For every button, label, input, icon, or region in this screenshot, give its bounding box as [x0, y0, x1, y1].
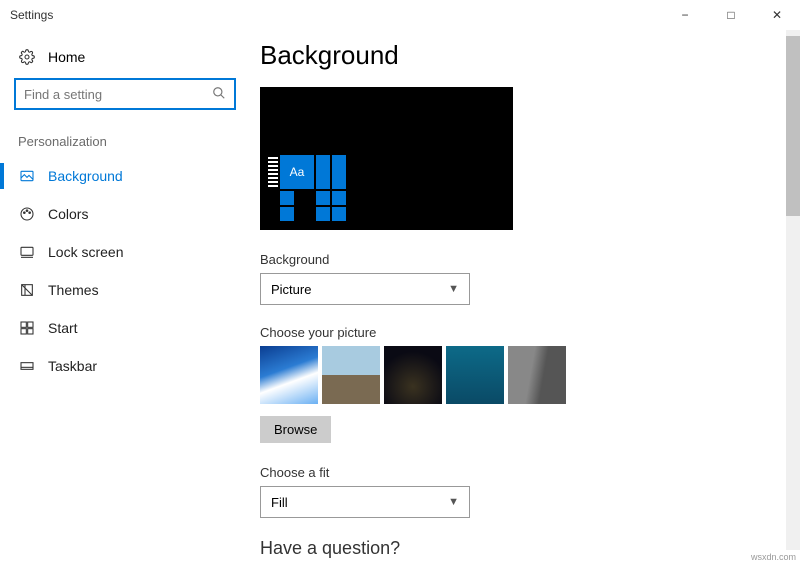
window-title: Settings: [10, 8, 662, 22]
sidebar-item-label: Start: [48, 320, 78, 336]
sidebar-item-colors[interactable]: Colors: [14, 195, 236, 233]
preview-start-menu: Aa: [268, 155, 346, 223]
sidebar-item-label: Colors: [48, 206, 88, 222]
titlebar: Settings − □ ✕: [0, 0, 800, 30]
lock-screen-icon: [18, 243, 36, 261]
themes-icon: [18, 281, 36, 299]
page-title: Background: [260, 40, 770, 71]
gear-icon: [18, 48, 36, 66]
preview-tiles: Aa: [280, 155, 346, 223]
sidebar-item-themes[interactable]: Themes: [14, 271, 236, 309]
vertical-scrollbar[interactable]: [786, 30, 800, 550]
question-heading: Have a question?: [260, 538, 770, 559]
chevron-down-icon: ▼: [448, 283, 459, 295]
sidebar-item-label: Background: [48, 168, 123, 184]
picture-thumb-5[interactable]: [508, 346, 566, 404]
search-icon: [212, 86, 226, 103]
sidebar-item-start[interactable]: Start: [14, 309, 236, 347]
preview-list: [268, 155, 278, 223]
sidebar-item-lock-screen[interactable]: Lock screen: [14, 233, 236, 271]
search-placeholder: Find a setting: [24, 87, 212, 102]
picture-icon: [18, 167, 36, 185]
minimize-button[interactable]: −: [662, 0, 708, 30]
palette-icon: [18, 205, 36, 223]
sidebar-item-label: Lock screen: [48, 244, 123, 260]
window-controls: − □ ✕: [662, 0, 800, 30]
main-panel: Background Aa Background Picture ▼ Choos…: [250, 30, 800, 564]
fit-select[interactable]: Fill ▼: [260, 486, 470, 518]
home-button[interactable]: Home: [14, 40, 236, 78]
picture-thumb-4[interactable]: [446, 346, 504, 404]
maximize-button[interactable]: □: [708, 0, 754, 30]
preview-taskbar: [260, 224, 513, 230]
picture-thumbnails: [260, 346, 770, 404]
fit-value: Fill: [271, 495, 288, 510]
picture-thumb-1[interactable]: [260, 346, 318, 404]
home-label: Home: [48, 49, 85, 65]
search-input[interactable]: Find a setting: [14, 78, 236, 110]
start-icon: [18, 319, 36, 337]
taskbar-icon: [18, 357, 36, 375]
fit-label: Choose a fit: [260, 465, 770, 480]
picture-thumb-2[interactable]: [322, 346, 380, 404]
desktop-preview: Aa: [260, 87, 513, 230]
watermark: wsxdn.com: [751, 552, 796, 562]
choose-picture-label: Choose your picture: [260, 325, 770, 340]
browse-button[interactable]: Browse: [260, 416, 331, 443]
sidebar-item-label: Taskbar: [48, 358, 97, 374]
sidebar: Home Find a setting Personalization Back…: [0, 30, 250, 564]
close-button[interactable]: ✕: [754, 0, 800, 30]
background-type-select[interactable]: Picture ▼: [260, 273, 470, 305]
scrollbar-thumb[interactable]: [786, 36, 800, 216]
chevron-down-icon: ▼: [448, 496, 459, 508]
picture-thumb-3[interactable]: [384, 346, 442, 404]
background-type-value: Picture: [271, 282, 311, 297]
preview-tile-aa: Aa: [280, 155, 314, 189]
sidebar-item-label: Themes: [48, 282, 99, 298]
sidebar-item-background[interactable]: Background: [14, 157, 236, 195]
sidebar-category: Personalization: [18, 134, 236, 149]
background-type-label: Background: [260, 252, 770, 267]
sidebar-item-taskbar[interactable]: Taskbar: [14, 347, 236, 385]
content: Home Find a setting Personalization Back…: [0, 30, 800, 564]
